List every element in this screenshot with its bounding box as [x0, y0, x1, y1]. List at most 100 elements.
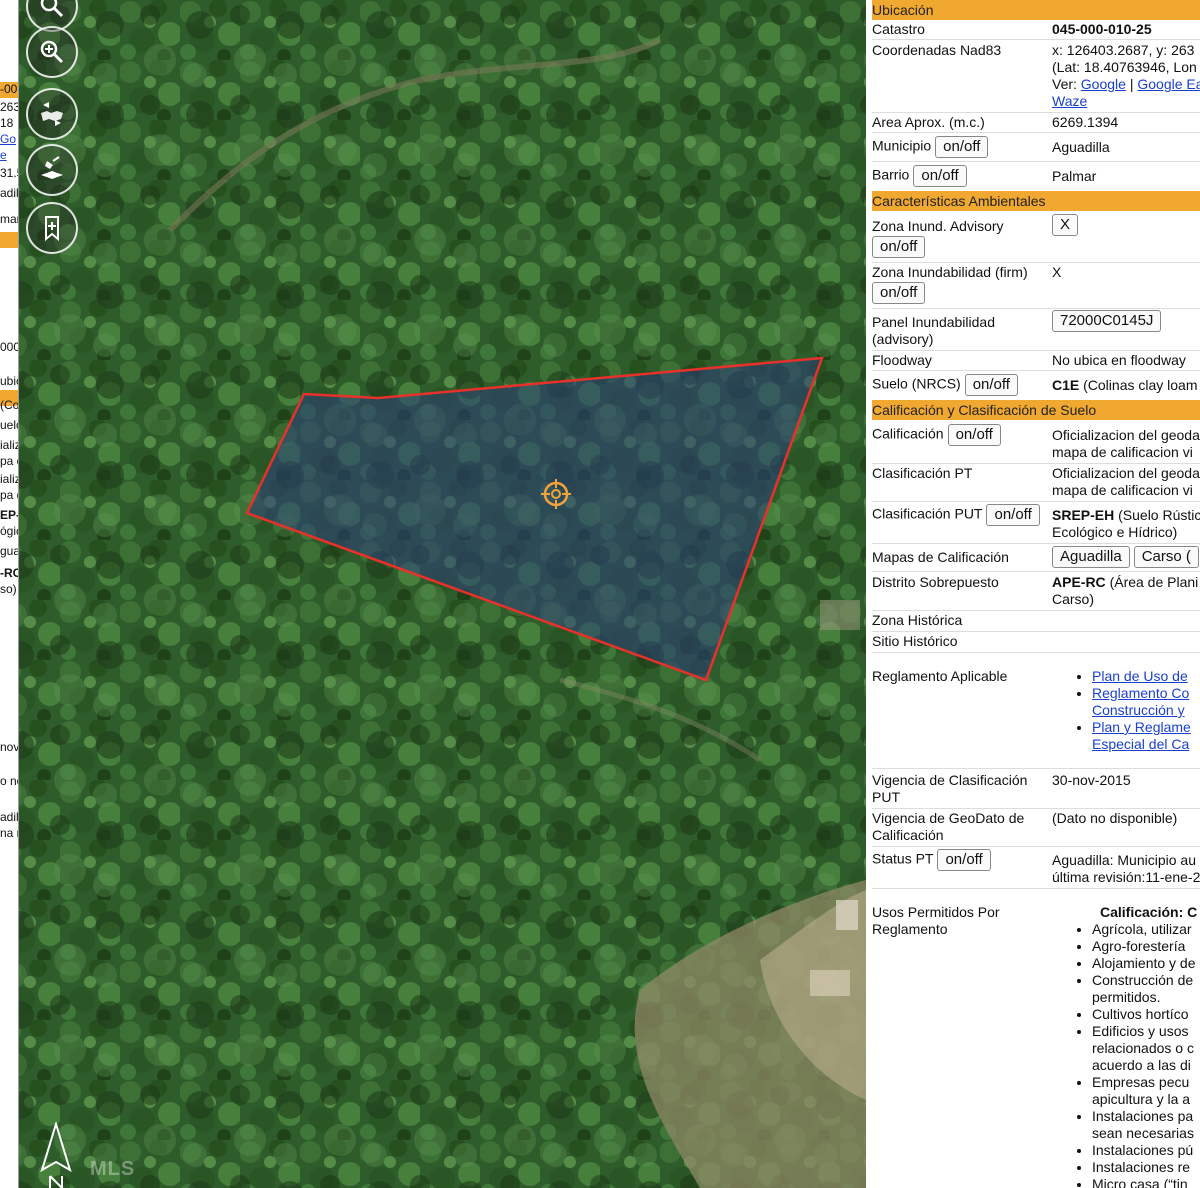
coordinates-latlon: (Lat: 18.40763946, Lon — [1052, 59, 1197, 75]
barrio-label: Barrio — [872, 166, 910, 183]
floodway-value: No ubica en floodway — [1052, 352, 1186, 368]
google-earth-link[interactable]: Google Ea — [1137, 76, 1200, 92]
distrito-sobrepuesto-value: APE-RC (Área de Plani — [1052, 574, 1199, 590]
ver-label: Ver: — [1052, 76, 1077, 92]
map-swap-button[interactable] — [26, 88, 78, 140]
status-pt-label: Status PT — [872, 850, 934, 867]
panel-inundabilidad-label-2: (advisory) — [872, 331, 934, 347]
clasificacion-put-toggle-button[interactable]: on/off — [986, 504, 1040, 526]
suelo-label-row: Suelo (NRCS) on/off — [872, 374, 1048, 396]
property-info-panel: Ubicación Catastro 045-000-010-25 Coorde… — [866, 0, 1200, 1188]
reglamento-link[interactable]: Especial del Ca — [1092, 736, 1189, 752]
fragment-text: -RC — [0, 566, 18, 580]
satellite-map[interactable]: -00 263 18 Go e 31.5 adil mar 000 ubic (… — [0, 0, 866, 1188]
zona-historica-label: Zona Histórica — [872, 612, 963, 628]
list-item: Reglamento CoConstrucción y — [1092, 685, 1200, 719]
vigencia-geodato-label: Vigencia de GeoDato de — [872, 810, 1025, 826]
reglamento-link[interactable]: Plan de Uso de — [1092, 668, 1188, 684]
list-item: Agrícola, utilizar — [1092, 921, 1200, 938]
list-item: Empresas pecuapicultura y la a — [1092, 1074, 1200, 1108]
catastro-label: Catastro — [872, 21, 925, 37]
coordinates-xy: x: 126403.2687, y: 263 — [1052, 42, 1195, 58]
reglamento-link[interactable]: Reglamento Co — [1092, 685, 1189, 701]
coordinates-label: Coordenadas Nad83 — [872, 42, 1002, 58]
clasificacion-put-label-row: Clasificación PUT on/off — [872, 504, 1048, 526]
layer-satellite-icon — [41, 156, 63, 179]
fragment-text: (Co — [0, 398, 19, 412]
fragment-text: ializ — [0, 438, 19, 452]
fragment-text: nov- — [0, 740, 19, 754]
status-pt-toggle-button[interactable]: on/off — [937, 849, 991, 871]
suelo-label: Suelo (NRCS) — [872, 375, 961, 392]
add-bookmark-button[interactable] — [26, 202, 78, 254]
fragment-text: pa d — [0, 488, 18, 502]
vigencia-geodato-value: (Dato no disponible) — [1052, 810, 1178, 826]
list-item: Plan y ReglameEspecial del Ca — [1092, 719, 1200, 753]
fragment-text: 31.5 — [0, 166, 18, 180]
calificacion-value: Oficializacion del geoda — [1052, 427, 1200, 443]
zona-firm-label: Zona Inundabilidad (firm) — [872, 264, 1028, 280]
fragment-text: pa d — [0, 454, 18, 468]
panel-inundabilidad-button[interactable]: 72000C0145J — [1052, 310, 1162, 332]
status-pt-value: Aguadilla: Municipio au — [1052, 852, 1196, 868]
layer-satellite-button[interactable] — [26, 144, 78, 196]
fragment-text: 000 — [0, 340, 19, 354]
map-swap-icon — [41, 102, 63, 126]
list-item: Micro casa (“tin — [1092, 1176, 1200, 1188]
mapas-calificacion-label: Mapas de Calificación — [872, 549, 1009, 565]
zona-inund-advisory-button[interactable]: X — [1052, 214, 1079, 236]
clasificacion-pt-value-2: mapa de calificacion vi — [1052, 482, 1193, 498]
usos-calificacion-title: Calificación: C — [1100, 904, 1198, 920]
reglamento-link[interactable]: Construcción y — [1092, 702, 1185, 718]
list-item: Construcción depermitidos. — [1092, 972, 1200, 1006]
fragment-link[interactable]: Go — [0, 132, 16, 146]
fragment-text: adil — [0, 186, 19, 200]
mapa-aguadilla-button[interactable]: Aguadilla — [1052, 546, 1130, 568]
reglamento-link[interactable]: Plan y Reglame — [1092, 719, 1191, 735]
fragment-text: so) — [0, 582, 17, 596]
zoom-in-button[interactable] — [26, 26, 78, 78]
status-pt-value-2: última revisión:11-ene-2 — [1052, 869, 1200, 885]
reglamento-aplicable-label: Reglamento Aplicable — [872, 668, 1008, 684]
list-item: Cultivos hortíco — [1092, 1006, 1200, 1023]
fragment-text: ógic — [0, 524, 18, 538]
fragment-text: adil — [0, 810, 19, 824]
area-label: Area Aprox. (m.c.) — [872, 114, 985, 130]
list-item: Instalaciones re — [1092, 1159, 1200, 1176]
section-header-ambientales: Características Ambientales — [872, 191, 1200, 211]
fragment-text: gua — [0, 544, 19, 558]
google-maps-link[interactable]: Google — [1081, 76, 1126, 92]
obscured-side-panel: -00 263 18 Go e 31.5 adil mar 000 ubic (… — [0, 0, 19, 1188]
mapa-carso-button[interactable]: Carso ( — [1133, 546, 1199, 568]
vigencia-put-value: 30-nov-2015 — [1052, 772, 1131, 788]
zona-inund-advisory-toggle-button[interactable]: on/off — [872, 236, 926, 258]
zona-firm-toggle-button[interactable]: on/off — [872, 282, 926, 304]
fragment-text: na r — [0, 826, 19, 840]
calificacion-label-row: Calificación on/off — [872, 424, 1048, 446]
floodway-label: Floodway — [872, 352, 932, 368]
list-item: Instalaciones pú — [1092, 1142, 1200, 1159]
catastro-value: 045-000-010-25 — [1052, 21, 1152, 37]
vigencia-put-label: Vigencia de Clasificación — [872, 772, 1028, 788]
fragment-text: o no — [0, 774, 18, 788]
zona-firm-value: X — [1052, 264, 1062, 280]
waze-link[interactable]: Waze — [1052, 93, 1087, 109]
fragment-text: ializ — [0, 472, 19, 486]
suelo-toggle-button[interactable]: on/off — [964, 374, 1018, 396]
fragment-link[interactable]: e — [0, 148, 7, 162]
barrio-toggle-button[interactable]: on/off — [913, 165, 967, 187]
municipio-label-row: Municipio on/off — [872, 136, 1048, 158]
list-item: Agro-forestería — [1092, 938, 1200, 955]
list-item: Alojamiento y de — [1092, 955, 1200, 972]
section-header-calificacion: Calificación y Clasificación de Suelo — [872, 400, 1200, 420]
panel-inundabilidad-label: Panel Inundabilidad — [872, 314, 995, 330]
add-bookmark-icon — [45, 216, 59, 242]
barrio-label-row: Barrio on/off — [872, 165, 1048, 187]
list-item: Instalaciones pasean necesarias — [1092, 1108, 1200, 1142]
fragment-text: uelo — [0, 418, 18, 432]
municipio-toggle-button[interactable]: on/off — [935, 136, 989, 158]
fragment-text: ubic — [0, 374, 18, 388]
calificacion-toggle-button[interactable]: on/off — [947, 424, 1001, 446]
suelo-value: C1E (Colinas clay loam — [1052, 377, 1198, 393]
usos-permitidos-label: Usos Permitidos Por — [872, 904, 1000, 920]
